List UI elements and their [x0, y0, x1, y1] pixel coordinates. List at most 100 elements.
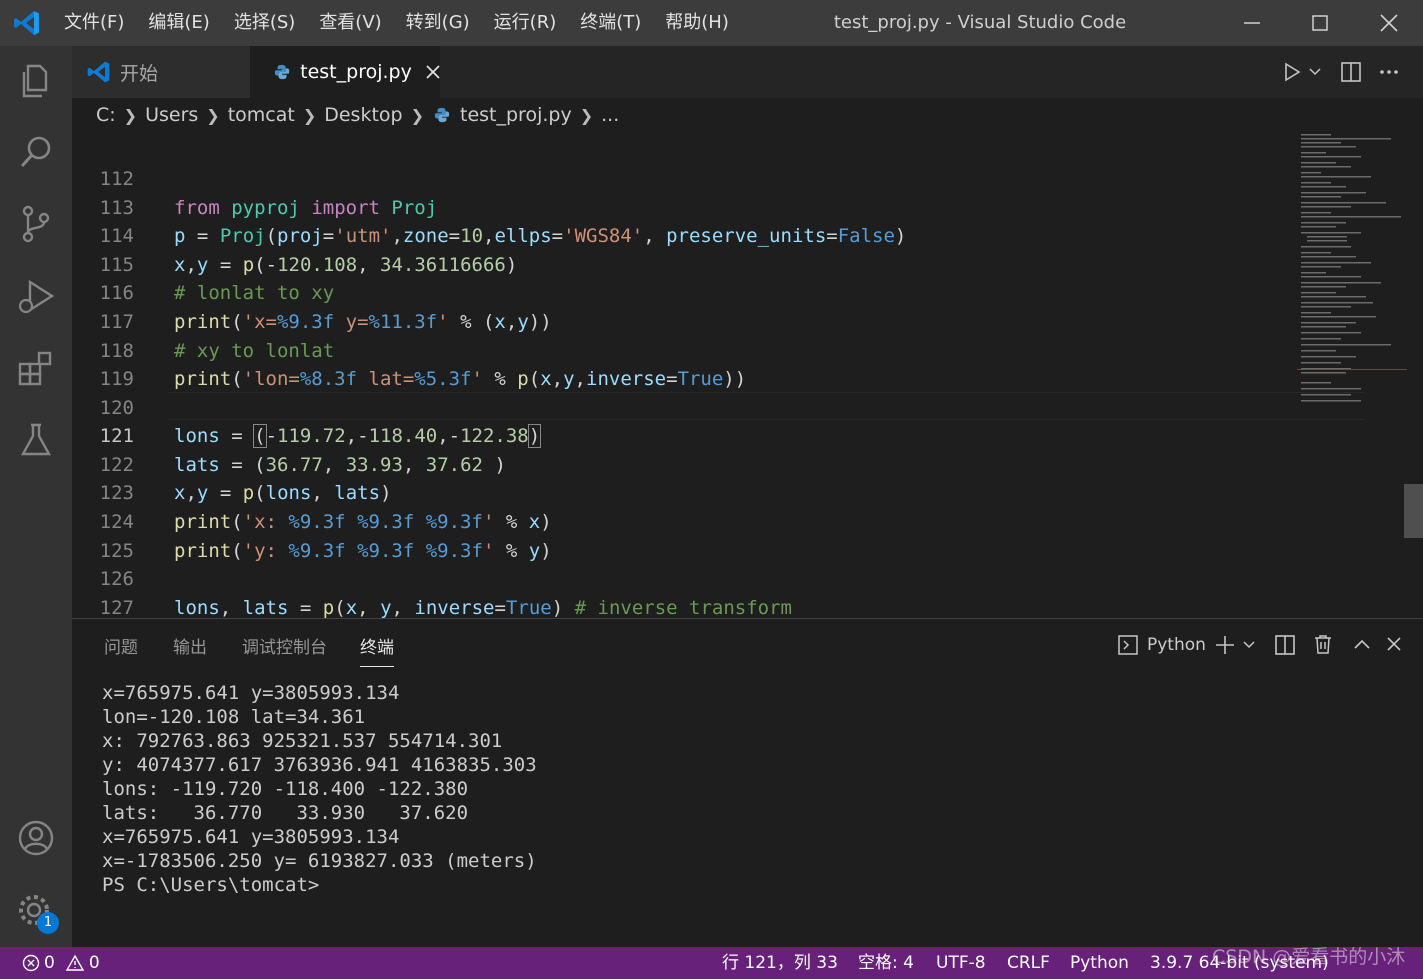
problems-indicator[interactable]: 0 0: [22, 947, 100, 979]
menu-terminal[interactable]: 终端(T): [568, 0, 653, 46]
bottom-panel: 问题 输出 调试控制台 终端 Python x=765975.641 y=380…: [72, 618, 1423, 947]
chevron-right-icon: ❯: [123, 105, 138, 125]
code-line: 123 x,y = p(lons, lats): [72, 450, 1292, 504]
account-icon[interactable]: [14, 816, 58, 860]
menu-help[interactable]: 帮助(H): [653, 0, 741, 46]
warning-icon: [65, 954, 85, 971]
code-line: 120: [72, 365, 1292, 419]
menu-run[interactable]: 运行(R): [482, 0, 569, 46]
menu-bar: 文件(F) 编辑(E) 选择(S) 查看(V) 转到(G) 运行(R) 终端(T…: [52, 0, 741, 46]
chevron-down-icon[interactable]: [1308, 66, 1322, 78]
terminal-line: lon=-120.108 lat=34.361: [102, 706, 366, 728]
code-line: 117 print('x=%9.3f y=%11.3f' % (x,y)): [72, 279, 1292, 333]
tab-problems[interactable]: 问题: [104, 633, 138, 658]
code-line: 119 print('lon=%8.3f lat=%5.3f' % p(x,y,i…: [72, 336, 1292, 390]
more-icon[interactable]: [1378, 62, 1400, 82]
testing-icon[interactable]: [14, 418, 58, 462]
trash-icon[interactable]: [1312, 633, 1334, 655]
code-line: 114 p = Proj(proj='utm',zone=10,ellps='WG…: [72, 193, 1292, 247]
explorer-icon[interactable]: [14, 58, 58, 102]
python-file-icon: [274, 64, 290, 80]
tab-start[interactable]: 开始: [72, 46, 250, 98]
watermark: CSDN @爱看书的小沐: [1212, 946, 1406, 968]
chevron-down-icon[interactable]: [1242, 639, 1256, 651]
breadcrumb-file[interactable]: test_proj.py: [456, 104, 576, 126]
menu-edit[interactable]: 编辑(E): [136, 0, 221, 46]
tab-output[interactable]: 输出: [173, 633, 207, 658]
extensions-icon[interactable]: [14, 346, 58, 390]
terminal-line: x=765975.641 y=3805993.134: [102, 826, 400, 848]
breadcrumb-users[interactable]: Users: [141, 104, 202, 126]
close-icon: [1380, 14, 1398, 32]
menu-file[interactable]: 文件(F): [52, 0, 136, 46]
editor-tab-bar: 开始 test_proj.py: [72, 46, 1423, 98]
indentation[interactable]: 空格: 4: [858, 947, 914, 979]
python-file-icon: [434, 107, 450, 123]
minimize-icon: [1244, 22, 1260, 24]
breadcrumb: C: ❯ Users ❯ tomcat ❯ Desktop ❯ test_pro…: [72, 98, 1423, 132]
code-line: 127 lons, lats = p(x, y, inverse=True) # …: [72, 565, 1292, 618]
maximize-icon: [1312, 15, 1328, 31]
code-line: 125 print('y: %9.3f %9.3f %9.3f' % y): [72, 508, 1292, 562]
menu-selection[interactable]: 选择(S): [222, 0, 307, 46]
terminal-prompt[interactable]: PS C:\Users\tomcat>: [102, 873, 319, 897]
code-line: 118 # xy to lonlat: [72, 308, 1292, 362]
code-line: 113 from pyproj import Proj: [72, 165, 1292, 219]
source-control-icon[interactable]: [14, 202, 58, 246]
close-panel-icon[interactable]: [1385, 635, 1403, 653]
vscode-logo-icon: [87, 61, 110, 83]
breadcrumb-desktop[interactable]: Desktop: [320, 104, 406, 126]
menu-go[interactable]: 转到(G): [394, 0, 482, 46]
terminal-line: x=-1783506.250 y= 6193827.033 (meters): [102, 850, 537, 872]
tab-debug-console[interactable]: 调试控制台: [242, 633, 327, 658]
close-tab-icon[interactable]: [424, 63, 440, 81]
breadcrumb-user[interactable]: tomcat: [224, 104, 299, 126]
vscode-logo-icon: [14, 11, 39, 35]
split-terminal-icon[interactable]: [1274, 634, 1296, 656]
run-debug-icon[interactable]: [14, 274, 58, 318]
search-icon[interactable]: [14, 130, 58, 174]
warning-count: 0: [88, 953, 100, 973]
chevron-up-icon[interactable]: [1352, 636, 1372, 652]
window-title: test_proj.py - Visual Studio Code: [833, 12, 1127, 33]
cursor-position[interactable]: 行 121，列 33: [722, 947, 838, 979]
chevron-right-icon: ❯: [302, 105, 317, 125]
run-icon[interactable]: [1282, 62, 1302, 82]
tab-terminal[interactable]: 终端: [360, 633, 394, 667]
split-editor-icon[interactable]: [1340, 61, 1362, 83]
title-bar: 文件(F) 编辑(E) 选择(S) 查看(V) 转到(G) 运行(R) 终端(T…: [0, 0, 1423, 46]
code-line: 128print('lons: %8.3f %8.3f %8.3f' % lon…: [72, 593, 1292, 618]
breadcrumb-more[interactable]: ...: [597, 104, 623, 126]
code-line: 121 lons = (-119.72,-118.40,-122.38): [72, 393, 1292, 448]
terminal-line: lats: 36.770 33.930 37.620: [102, 802, 469, 824]
breadcrumb-drive[interactable]: C:: [92, 104, 120, 126]
encoding[interactable]: UTF-8: [936, 947, 986, 979]
add-terminal-icon[interactable]: [1214, 634, 1236, 656]
chevron-right-icon: ❯: [206, 105, 220, 125]
maximize-button[interactable]: [1286, 0, 1354, 46]
terminal-line: x: 792763.863 925321.537 554714.301: [102, 730, 503, 752]
terminal-name[interactable]: Python: [1147, 635, 1206, 655]
line-endings[interactable]: CRLF: [1007, 947, 1050, 979]
code-line: 124 print('x: %9.3f %9.3f %9.3f' % x): [72, 479, 1292, 533]
code-line: 115 x,y = p(-120.108, 34.36116666): [72, 222, 1292, 276]
terminal-line: y: 4074377.617 3763936.941 4163835.303: [102, 754, 537, 776]
minimap[interactable]: [1297, 132, 1407, 412]
scrollbar-thumb[interactable]: [1404, 484, 1423, 538]
error-icon: [22, 954, 40, 972]
activity-bar: 1: [0, 46, 72, 947]
tab-active-label: test_proj.py: [300, 61, 412, 83]
minimize-button[interactable]: [1218, 0, 1286, 46]
notification-badge: 1: [37, 912, 59, 934]
menu-view[interactable]: 查看(V): [307, 0, 393, 46]
terminal-line: x=765975.641 y=3805993.134: [102, 682, 400, 704]
close-window-button[interactable]: [1355, 0, 1423, 46]
code-editor[interactable]: 112 113 from pyproj import Proj 114 p = Pr…: [72, 132, 1423, 618]
status-bar: 0 0 行 121，列 33 空格: 4 UTF-8 CRLF Python 3…: [0, 947, 1423, 979]
tab-test-proj[interactable]: test_proj.py: [250, 46, 440, 98]
code-line: 112: [72, 136, 1292, 190]
chevron-right-icon: ❯: [410, 105, 424, 125]
tab-start-label: 开始: [120, 62, 159, 85]
language-mode[interactable]: Python: [1070, 947, 1129, 979]
editor-scrollbar[interactable]: [1407, 132, 1423, 618]
